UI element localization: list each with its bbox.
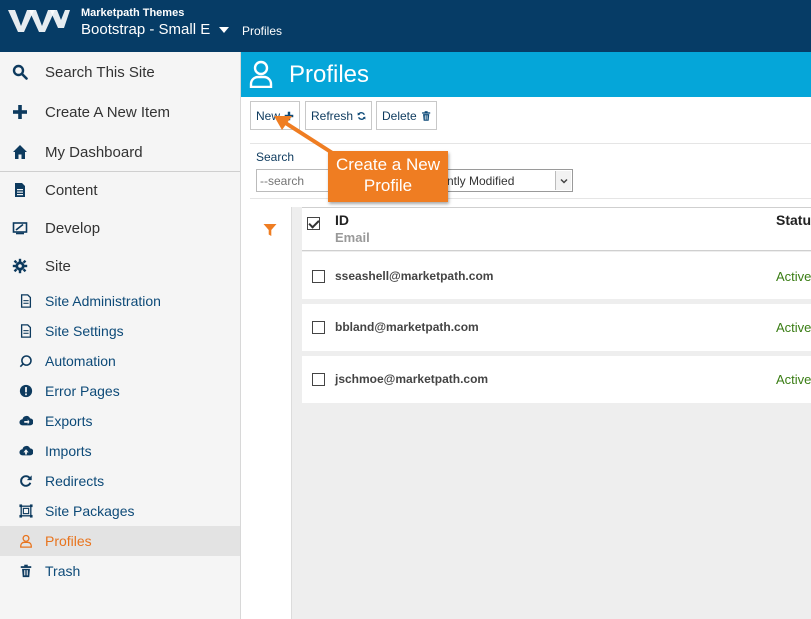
- row-checkbox[interactable]: [312, 373, 325, 386]
- search-icon: [11, 63, 29, 81]
- filter-icon: [263, 224, 277, 236]
- table-header: [302, 207, 811, 251]
- sidebar-item-label: Error Pages: [45, 383, 120, 399]
- sort-select-value: ntly Modified: [447, 173, 515, 188]
- sidebar-item-create[interactable]: Create A New Item: [0, 92, 240, 132]
- sidebar-item-dashboard[interactable]: My Dashboard: [0, 132, 240, 172]
- callout-line-2: Profile: [363, 176, 413, 195]
- trash-icon: [18, 563, 34, 579]
- gear-icon: [11, 257, 29, 275]
- select-all-checkbox[interactable]: [307, 217, 320, 230]
- sidebar-item-profiles[interactable]: Profiles: [0, 526, 240, 556]
- page-header: Profiles: [241, 52, 811, 97]
- callout-line-1: Create a New: [336, 155, 440, 174]
- sidebar-item-label: Site: [45, 257, 71, 275]
- row-email[interactable]: sseashell@marketpath.com: [335, 269, 493, 283]
- sidebar-item-label: Create A New Item: [45, 103, 171, 121]
- develop-icon: [11, 219, 29, 237]
- column-header-status[interactable]: Statu: [776, 212, 811, 228]
- sidebar-item-imports[interactable]: Imports: [0, 436, 240, 466]
- row-status: Active: [776, 320, 811, 335]
- page-title: Profiles: [289, 61, 370, 88]
- automation-icon: [18, 353, 34, 369]
- sidebar-item-trash[interactable]: Trash: [0, 556, 240, 586]
- row-email[interactable]: bbland@marketpath.com: [335, 320, 479, 334]
- sidebar-item-site[interactable]: Site: [0, 246, 240, 286]
- row-status: Active: [776, 269, 811, 284]
- sidebar-item-label: Site Administration: [45, 293, 161, 309]
- alert-icon: [18, 383, 34, 399]
- document-icon: [11, 181, 29, 199]
- document-icon: [18, 323, 34, 339]
- user-icon: [249, 60, 273, 88]
- refresh-icon: [357, 111, 366, 120]
- sidebar-item-error-pages[interactable]: Error Pages: [0, 376, 240, 406]
- sidebar-item-content[interactable]: Content: [0, 170, 240, 210]
- sidebar-item-label: Redirects: [45, 473, 105, 489]
- package-icon: [18, 503, 34, 519]
- column-header-email: Email: [335, 230, 370, 245]
- site-name: Bootstrap - Small E: [81, 21, 211, 38]
- trash-icon: [421, 110, 430, 121]
- sidebar-item-site-packages[interactable]: Site Packages: [0, 496, 240, 526]
- search-input[interactable]: [256, 169, 336, 192]
- cloud-download-icon: [18, 413, 34, 429]
- sidebar-item-automation[interactable]: Automation: [0, 346, 240, 376]
- sidebar-item-redirects[interactable]: Redirects: [0, 466, 240, 496]
- sidebar-item-label: Develop: [45, 219, 101, 237]
- row-checkbox[interactable]: [312, 270, 325, 283]
- marketpath-logo[interactable]: [8, 8, 70, 34]
- caret-down-icon: [219, 26, 230, 33]
- delete-button[interactable]: Delete: [376, 101, 437, 130]
- column-header-id[interactable]: ID: [335, 212, 349, 228]
- sidebar-item-label: Profiles: [45, 533, 92, 549]
- sidebar-item-site-settings[interactable]: Site Settings: [0, 316, 240, 346]
- sidebar-item-site-administration[interactable]: Site Administration: [0, 286, 240, 316]
- plus-icon: [11, 103, 29, 121]
- top-bar: Marketpath Themes Bootstrap - Small E Pr…: [0, 0, 811, 52]
- delete-button-label: Delete: [382, 108, 417, 123]
- app-root: Marketpath Themes Bootstrap - Small E Pr…: [0, 0, 811, 619]
- row-status: Active: [776, 372, 811, 387]
- sidebar-item-label: Site Packages: [45, 503, 135, 519]
- sidebar-item-label: Search This Site: [45, 63, 155, 81]
- filter-toggle[interactable]: [250, 207, 292, 619]
- row-email[interactable]: jschmoe@marketpath.com: [335, 372, 488, 386]
- callout-create-profile: Create a New Profile: [328, 151, 448, 202]
- sidebar-item-label: Exports: [45, 413, 93, 429]
- document-icon: [18, 293, 34, 309]
- home-icon: [11, 143, 29, 161]
- sidebar-item-exports[interactable]: Exports: [0, 406, 240, 436]
- chevron-down-icon: [555, 171, 571, 190]
- sidebar-item-label: Trash: [45, 563, 81, 579]
- breadcrumb[interactable]: Profiles: [242, 24, 282, 38]
- sort-select[interactable]: ntly Modified: [442, 169, 573, 192]
- row-checkbox[interactable]: [312, 321, 325, 334]
- org-name: Marketpath Themes: [81, 7, 185, 19]
- site-selector[interactable]: Bootstrap - Small E: [81, 21, 230, 38]
- sidebar-item-label: Imports: [45, 443, 92, 459]
- cloud-upload-icon: [18, 443, 34, 459]
- sidebar-item-search[interactable]: Search This Site: [0, 52, 240, 92]
- sidebar-item-label: My Dashboard: [45, 143, 143, 161]
- user-icon: [18, 533, 34, 549]
- sidebar-item-label: Site Settings: [45, 323, 124, 339]
- redirect-icon: [18, 473, 34, 489]
- sidebar-item-develop[interactable]: Develop: [0, 208, 240, 248]
- sidebar-item-label: Automation: [45, 353, 116, 369]
- sidebar-item-label: Content: [45, 181, 98, 199]
